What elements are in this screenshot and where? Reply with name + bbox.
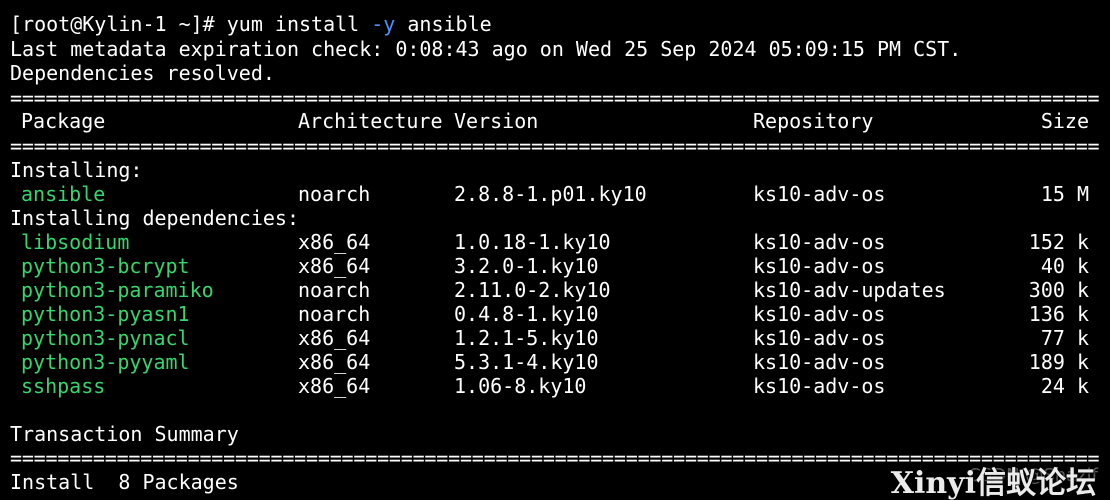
install-summary: Install 8 Packages — [10, 470, 239, 494]
package-name: python3-paramiko — [21, 278, 214, 302]
package-repo: ks10-adv-updates — [753, 278, 946, 302]
package-version: 1.0.18-1.ky10 — [454, 230, 611, 254]
watermark-logo: Xinyi信蚁论坛 — [890, 466, 1096, 500]
package-size: 24 k — [1040, 374, 1089, 398]
package-arch: x86_64 — [298, 230, 371, 254]
installing-label: Installing: — [10, 158, 143, 182]
header-version: Version — [454, 109, 539, 133]
package-repo: ks10-adv-os — [753, 350, 886, 374]
package-size: 40 k — [1040, 254, 1089, 278]
header-size: Size — [1040, 109, 1089, 133]
package-version: 1.2.1-5.ky10 — [454, 326, 599, 350]
package-arch: x86_64 — [298, 350, 371, 374]
package-repo: ks10-adv-os — [753, 254, 886, 278]
package-repo: ks10-adv-os — [753, 374, 886, 398]
package-version: 2.11.0-2.ky10 — [454, 278, 611, 302]
resolved-line: Dependencies resolved. — [10, 61, 275, 85]
package-size: 136 k — [1028, 302, 1089, 326]
package-name: python3-pyasn1 — [21, 302, 190, 326]
terminal-window[interactable]: [root@Kylin-1 ~]# yum install -y ansible… — [0, 0, 1110, 500]
header-architecture: Architecture — [298, 109, 443, 133]
package-version: 5.3.1-4.ky10 — [454, 350, 599, 374]
command-flag: -y — [371, 12, 396, 36]
prompt-text: [root@Kylin-1 ~]# yum install — [10, 12, 372, 36]
package-arch: noarch — [298, 302, 371, 326]
package-arch: noarch — [298, 278, 371, 302]
package-name: ansible — [21, 182, 106, 206]
package-arch: x86_64 — [298, 254, 371, 278]
package-repo: ks10-adv-os — [753, 182, 886, 206]
package-name: sshpass — [21, 374, 106, 398]
command-arg: ansible — [395, 12, 492, 36]
package-name: libsodium — [21, 230, 130, 254]
package-arch: x86_64 — [298, 326, 371, 350]
package-arch: noarch — [298, 182, 371, 206]
package-size: 189 k — [1028, 350, 1089, 374]
package-size: 77 k — [1040, 326, 1089, 350]
separator-header: ========================================… — [10, 134, 1100, 158]
dependencies-label: Installing dependencies: — [10, 206, 299, 230]
separator-top: ========================================… — [10, 86, 1100, 110]
package-name: python3-pyyaml — [21, 350, 190, 374]
package-size: 300 k — [1028, 278, 1089, 302]
package-arch: x86_64 — [298, 374, 371, 398]
package-repo: ks10-adv-os — [753, 230, 886, 254]
package-name: python3-pynacl — [21, 326, 190, 350]
header-package: Package — [21, 109, 106, 133]
package-repo: ks10-adv-os — [753, 326, 886, 350]
summary-label: Transaction Summary — [10, 422, 239, 446]
package-version: 0.4.8-1.ky10 — [454, 302, 599, 326]
metadata-line: Last metadata expiration check: 0:08:43 … — [10, 37, 962, 61]
package-version: 1.06-8.ky10 — [454, 374, 587, 398]
package-version: 3.2.0-1.ky10 — [454, 254, 599, 278]
header-repository: Repository — [753, 109, 874, 133]
package-size: 152 k — [1028, 230, 1089, 254]
package-size: 15 M — [1040, 182, 1089, 206]
package-name: python3-bcrypt — [21, 254, 190, 278]
package-version: 2.8.8-1.p01.ky10 — [454, 182, 647, 206]
package-repo: ks10-adv-os — [753, 302, 886, 326]
command-line: [root@Kylin-1 ~]# yum install -y ansible — [10, 12, 492, 36]
